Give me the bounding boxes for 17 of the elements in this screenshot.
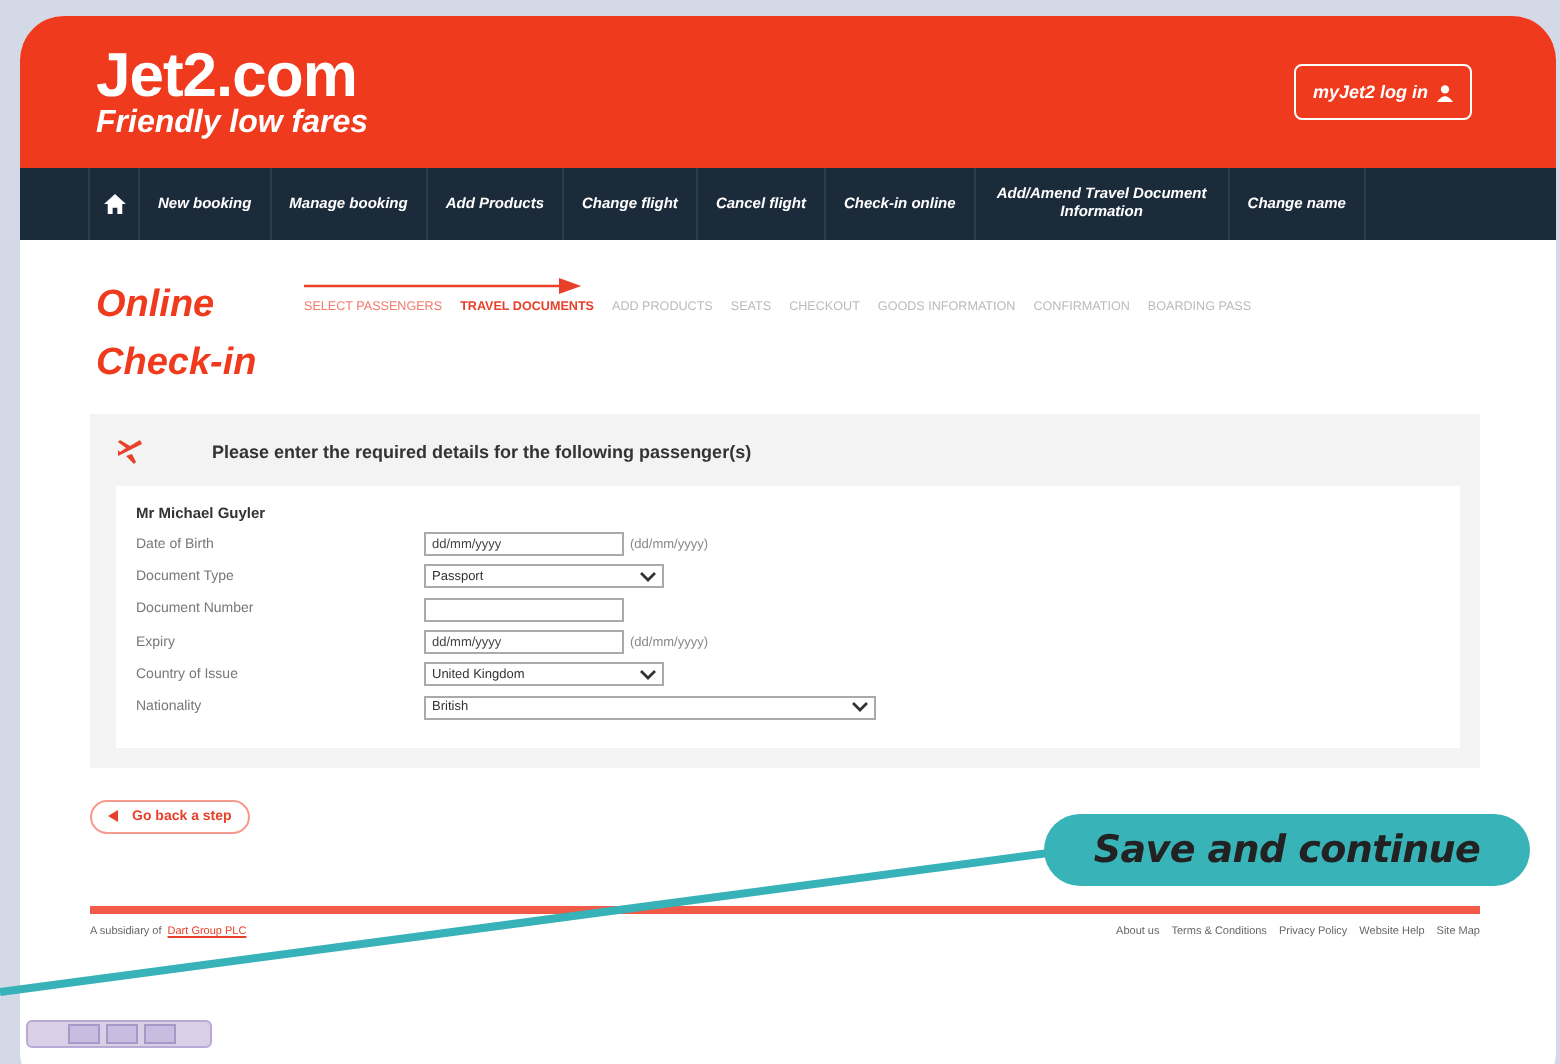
site-logo[interactable]: Jet2.com bbox=[96, 44, 369, 106]
page-title: Check-in bbox=[96, 340, 259, 388]
chevron-icon bbox=[640, 669, 656, 680]
home-tab[interactable] bbox=[88, 168, 140, 240]
back-arrow-icon bbox=[108, 810, 120, 823]
chevron-icon bbox=[852, 702, 868, 713]
home-icon bbox=[103, 194, 125, 214]
tagline: Friendly low fares bbox=[96, 108, 369, 140]
callout-label: Save and continue bbox=[1044, 814, 1530, 886]
text-input[interactable] bbox=[424, 597, 624, 622]
toolbar-widget-icon bbox=[26, 1020, 212, 1048]
login-button[interactable]: myJet2 log in bbox=[1294, 64, 1472, 120]
chevron-icon bbox=[640, 571, 656, 582]
form-heading: Please enter the required details for the following passenger(s) bbox=[212, 442, 752, 462]
plane-icon bbox=[116, 438, 144, 466]
user-icon bbox=[1436, 83, 1454, 101]
page-title: Online bbox=[96, 282, 217, 330]
